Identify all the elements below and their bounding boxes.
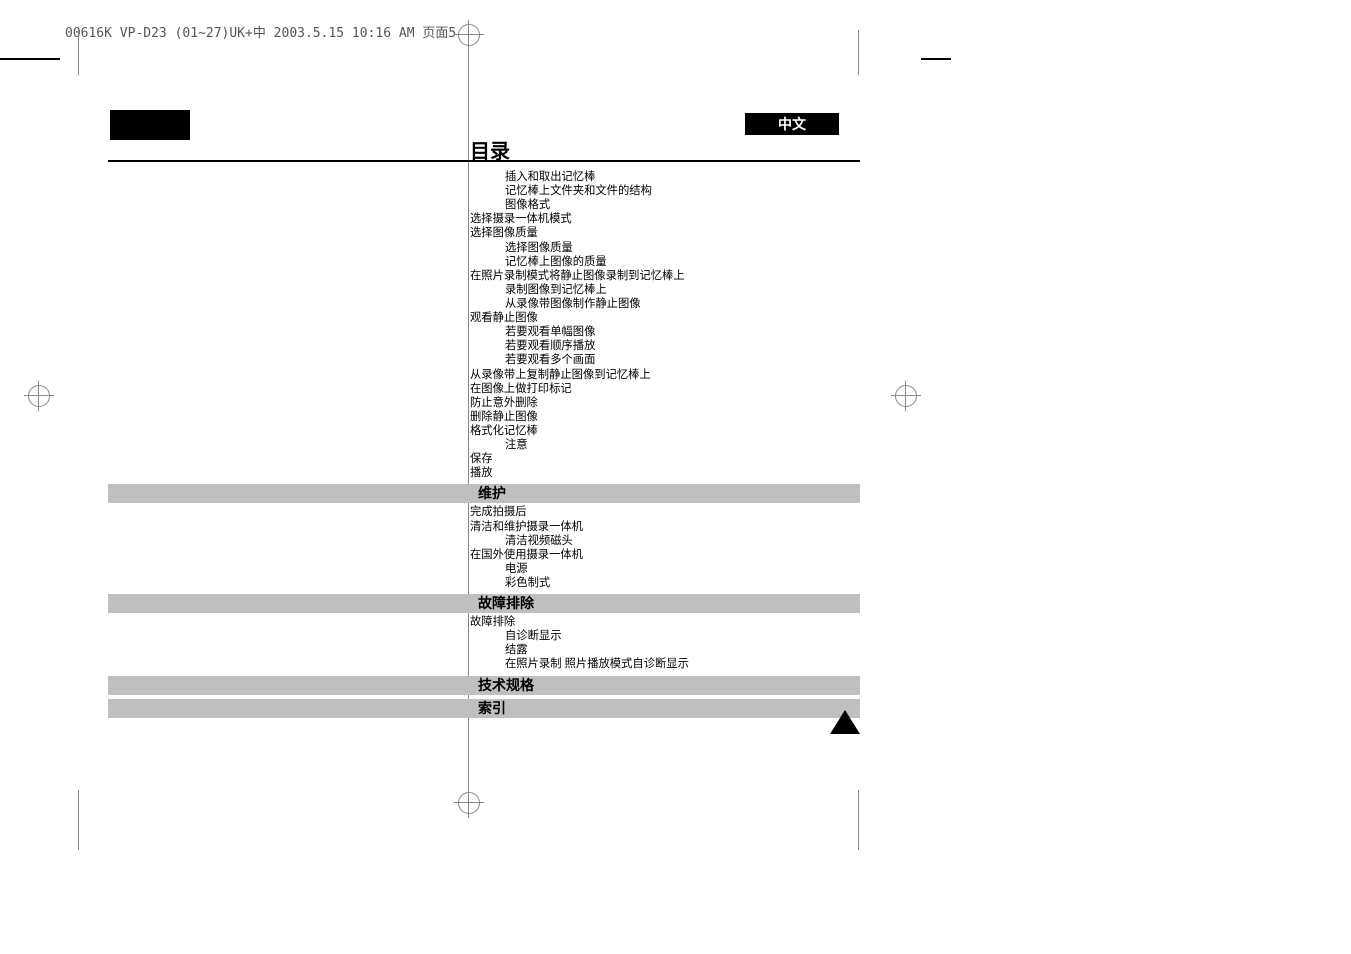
toc-entry: 故障排除 bbox=[470, 615, 860, 629]
page-edge bbox=[78, 30, 79, 75]
toc-entry: 选择图像质量 bbox=[470, 226, 860, 240]
toc-right-column: 插入和取出记忆棒记忆棒上文件夹和文件的结构图像格式选择摄录一体机模式选择图像质量… bbox=[470, 170, 860, 718]
toc-entry: 电源 bbox=[470, 562, 860, 576]
section-heading-bar: 故障排除 bbox=[108, 594, 860, 613]
toc-entry: 在图像上做打印标记 bbox=[470, 382, 860, 396]
crop-mark bbox=[0, 58, 60, 60]
registration-mark bbox=[458, 792, 480, 814]
page-edge bbox=[858, 790, 859, 850]
toc-entry: 录制图像到记忆棒上 bbox=[470, 283, 860, 297]
toc-entry: 完成拍摄后 bbox=[470, 505, 860, 519]
section-heading-label: 索引 bbox=[478, 700, 506, 718]
section-heading-bar: 索引 bbox=[108, 699, 860, 718]
registration-mark bbox=[895, 385, 917, 407]
left-page-redacted-block bbox=[110, 110, 190, 140]
toc-entry: 选择图像质量 bbox=[470, 241, 860, 255]
section-heading-label: 技术规格 bbox=[478, 677, 534, 695]
toc-entry: 图像格式 bbox=[470, 198, 860, 212]
section-heading-bar: 维护 bbox=[108, 484, 860, 503]
toc-entry: 彩色制式 bbox=[470, 576, 860, 590]
registration-mark bbox=[28, 385, 50, 407]
toc-entry: 选择摄录一体机模式 bbox=[470, 212, 860, 226]
page-continuation-marker-icon bbox=[830, 710, 860, 734]
toc-entry: 删除静止图像 bbox=[470, 410, 860, 424]
title-underline bbox=[108, 160, 860, 162]
language-label: 中文 bbox=[745, 113, 839, 135]
toc-entry: 在照片录制模式将静止图像录制到记忆棒上 bbox=[470, 269, 860, 283]
file-header: 00616K VP-D23 (01~27)UK+中 2003.5.15 10:1… bbox=[65, 22, 456, 41]
toc-entry: 防止意外删除 bbox=[470, 396, 860, 410]
registration-mark bbox=[458, 24, 480, 46]
toc-entry: 清洁和维护摄录一体机 bbox=[470, 520, 860, 534]
toc-entry: 在照片录制 照片播放模式自诊断显示 bbox=[470, 657, 860, 671]
toc-entry: 自诊断显示 bbox=[470, 629, 860, 643]
toc-entry: 注意 bbox=[470, 438, 860, 452]
toc-entry: 在国外使用摄录一体机 bbox=[470, 548, 860, 562]
page-edge bbox=[858, 30, 859, 75]
toc-entry: 若要观看顺序播放 bbox=[470, 339, 860, 353]
toc-entry: 保存 bbox=[470, 452, 860, 466]
toc-entry: 记忆棒上文件夹和文件的结构 bbox=[470, 184, 860, 198]
toc-entry: 格式化记忆棒 bbox=[470, 424, 860, 438]
toc-entry: 结露 bbox=[470, 643, 860, 657]
section-heading-bar: 技术规格 bbox=[108, 676, 860, 695]
section-heading-label: 维护 bbox=[478, 485, 506, 503]
toc-entry: 播放 bbox=[470, 466, 860, 480]
toc-entry: 从录像带上复制静止图像到记忆棒上 bbox=[470, 368, 860, 382]
page-edge bbox=[78, 790, 79, 850]
crop-mark bbox=[921, 58, 951, 60]
toc-entry: 若要观看多个画面 bbox=[470, 353, 860, 367]
section-heading-label: 故障排除 bbox=[478, 595, 534, 613]
toc-entry: 从录像带图像制作静止图像 bbox=[470, 297, 860, 311]
toc-entry: 观看静止图像 bbox=[470, 311, 860, 325]
toc-entry: 插入和取出记忆棒 bbox=[470, 170, 860, 184]
toc-entry: 若要观看单幅图像 bbox=[470, 325, 860, 339]
toc-entry: 记忆棒上图像的质量 bbox=[470, 255, 860, 269]
toc-container: 插入和取出记忆棒记忆棒上文件夹和文件的结构图像格式选择摄录一体机模式选择图像质量… bbox=[108, 170, 860, 720]
toc-entry: 清洁视频磁头 bbox=[470, 534, 860, 548]
